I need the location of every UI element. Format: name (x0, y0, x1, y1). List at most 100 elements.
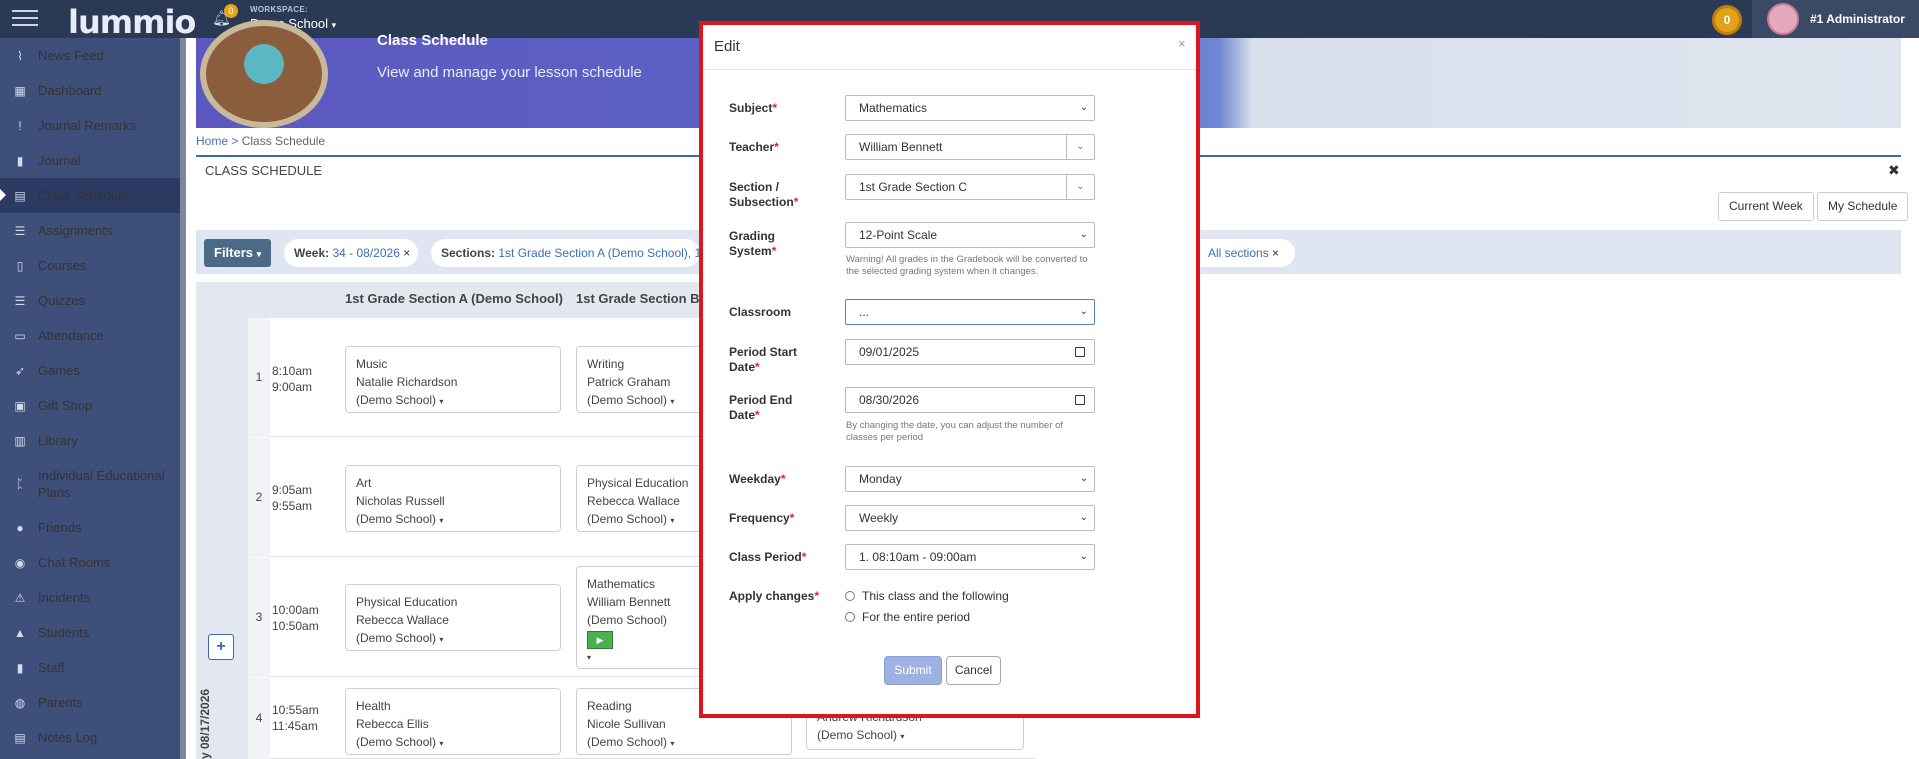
weekday-select[interactable]: Monday ⌄ (845, 466, 1095, 492)
sidebar-item-assignments[interactable]: ☰ Assignments (0, 213, 180, 248)
lesson-teacher: Rebecca Wallace (356, 613, 449, 627)
breadcrumb: Home > Class Schedule (196, 134, 325, 148)
app-logo[interactable]: lummio (68, 3, 196, 41)
list-icon: ☰ (14, 223, 26, 238)
required-mark: * (801, 550, 807, 564)
sidebar-item-class-schedule[interactable]: ▤ Class Schedule (0, 178, 180, 213)
lesson-card[interactable]: Physical Education Rebecca Wallace (Demo S… (345, 584, 561, 651)
sidebar-item-gift-shop[interactable]: ▣ Gift Shop (0, 388, 180, 423)
sidebar-item-incidents[interactable]: ⚠ Incidents (0, 580, 180, 615)
sidebar-item-chat-rooms[interactable]: ◉ Chat Rooms (0, 545, 180, 580)
remove-icon[interactable]: × (1272, 246, 1279, 260)
rss-icon: ⌇ (17, 48, 23, 63)
calendar-icon[interactable] (1075, 395, 1085, 405)
lesson-card[interactable]: Art Nicholas Russell (Demo School) ▾ (345, 465, 561, 532)
apply-changes-label: Apply changes* (729, 589, 819, 604)
cancel-button[interactable]: Cancel (946, 656, 1001, 685)
coin-balance[interactable]: 0 (1712, 5, 1742, 35)
caret-down-icon[interactable]: ▾ (439, 516, 443, 525)
calendar-icon[interactable] (1075, 347, 1085, 357)
teacher-select[interactable]: William Bennett ⌄ (845, 134, 1095, 160)
lesson-card[interactable]: Music Natalie Richardson (Demo School) ▾ (345, 346, 561, 413)
sidebar-item-courses[interactable]: ▯ Courses (0, 248, 180, 283)
end-label-line2: Date (729, 408, 756, 422)
grading-system-select[interactable]: 12-Point Scale ⌄ (845, 222, 1095, 248)
sidebar-item-students[interactable]: ▲ Students (0, 615, 180, 650)
chevron-down-icon: ⌄ (1079, 229, 1088, 240)
period-start: 8:10am (272, 364, 313, 378)
sidebar-item-parents[interactable]: ◍ Parents (0, 685, 180, 720)
chevron-down-icon[interactable]: ⌄ (1066, 175, 1094, 199)
period-time: 9:05am 9:55am (272, 482, 334, 514)
sidebar-item-attendance[interactable]: ▭ Attendance (0, 318, 180, 353)
expand-icon[interactable]: ✖ (1888, 162, 1900, 179)
week-filter-chip[interactable]: Week: 34 - 08/2026 × (284, 239, 418, 267)
add-lesson-button[interactable]: + (208, 634, 234, 660)
username[interactable]: #1 Administrator (1810, 12, 1905, 26)
required-mark: * (774, 140, 779, 154)
caret-down-icon[interactable]: ▾ (439, 739, 443, 748)
radio-button[interactable] (845, 591, 855, 601)
week-filter-value: 34 - 08/2026 (332, 246, 400, 260)
video-icon[interactable]: ▶ (587, 631, 613, 649)
sidebar-item-dashboard[interactable]: ▦ Dashboard (0, 73, 180, 108)
required-mark: * (780, 472, 786, 486)
my-schedule-button[interactable]: My Schedule (1817, 192, 1909, 221)
remove-icon[interactable]: × (403, 246, 410, 260)
filters-button[interactable]: Filters ▾ (204, 239, 272, 267)
sidebar-scrollbar[interactable] (180, 38, 186, 759)
sidebar-item-label: Chat Rooms (38, 555, 111, 570)
sidebar-item-staff[interactable]: ▮ Staff (0, 650, 180, 685)
menu-icon[interactable] (12, 10, 38, 28)
caret-down-icon[interactable]: ▾ (439, 635, 443, 644)
lesson-card[interactable]: Health Rebecca Ellis (Demo School) ▾ (345, 688, 561, 755)
sidebar-item-journal-remarks[interactable]: ! Journal Remarks (0, 108, 180, 143)
avatar[interactable] (1767, 3, 1799, 35)
caret-down-icon[interactable]: ▾ (670, 739, 674, 748)
caret-down-icon[interactable]: ▾ (439, 397, 443, 406)
clipboard-icon: ▭ (14, 328, 26, 343)
sidebar-item-label: Staff (38, 660, 65, 675)
section-select[interactable]: 1st Grade Section C ⌄ (845, 174, 1095, 200)
period-end-date-input[interactable]: 08/30/2026 (845, 387, 1095, 413)
sidebar-item-news-feed[interactable]: ⌇ News Feed (0, 38, 180, 73)
grading-label-line1: Grading (729, 229, 776, 243)
sections-filter-chip[interactable]: Sections: 1st Grade Section A (Demo Scho… (431, 239, 700, 267)
caret-down-icon[interactable]: ▾ (670, 397, 674, 406)
caret-down-icon[interactable]: ▾ (900, 732, 904, 741)
sidebar-item-library[interactable]: ▥ Library (0, 423, 180, 458)
breadcrumb-home[interactable]: Home (196, 134, 228, 148)
sidebar-item-individual-educational-plans[interactable]: ᛈ Individual Educational Plans (0, 458, 180, 510)
class-period-select[interactable]: 1. 08:10am - 09:00am ⌄ (845, 544, 1095, 570)
apply-option-entire-period[interactable]: For the entire period (845, 610, 970, 624)
sidebar-item-games[interactable]: ➶ Games (0, 353, 180, 388)
close-icon[interactable]: × (1178, 36, 1186, 51)
sidebar-item-label: Class Schedule (38, 188, 129, 203)
radio-button[interactable] (845, 612, 855, 622)
chevron-down-icon[interactable]: ⌄ (1066, 135, 1094, 159)
classroom-select[interactable]: ... ⌄ (845, 299, 1095, 325)
frequency-select[interactable]: Weekly ⌄ (845, 505, 1095, 531)
section-label-line2: Subsection (729, 195, 794, 209)
subject-select[interactable]: Mathematics ⌄ (845, 95, 1095, 121)
caret-down-icon: ▾ (256, 249, 262, 259)
sidebar-item-label: Journal Remarks (38, 118, 137, 133)
all-sections-chip[interactable]: All sections × (1200, 239, 1295, 267)
period-end: 9:55am (272, 499, 313, 513)
caret-down-icon[interactable]: ▾ (670, 516, 674, 525)
apply-option-following[interactable]: This class and the following (845, 589, 1009, 603)
sidebar-item-quizzes[interactable]: ☰ Quizzes (0, 283, 180, 318)
submit-button[interactable]: Submit (884, 656, 942, 685)
sidebar-item-notes-log[interactable]: ▤ Notes Log (0, 720, 180, 755)
period-end: 9:00am (272, 380, 313, 394)
grading-value: 12-Point Scale (859, 228, 938, 242)
class-period-label-text: Class Period (729, 550, 802, 564)
breadcrumb-separator: > (231, 134, 239, 148)
current-week-button[interactable]: Current Week (1718, 192, 1814, 221)
filters-label: Filters (214, 245, 254, 260)
lesson-teacher: Nicholas Russell (356, 494, 445, 508)
page-subtitle: View and manage your lesson schedule (377, 64, 642, 81)
sidebar-item-friends[interactable]: ● Friends (0, 510, 180, 545)
period-start-date-input[interactable]: 09/01/2025 (845, 339, 1095, 365)
sidebar-item-journal[interactable]: ▮ Journal (0, 143, 180, 178)
